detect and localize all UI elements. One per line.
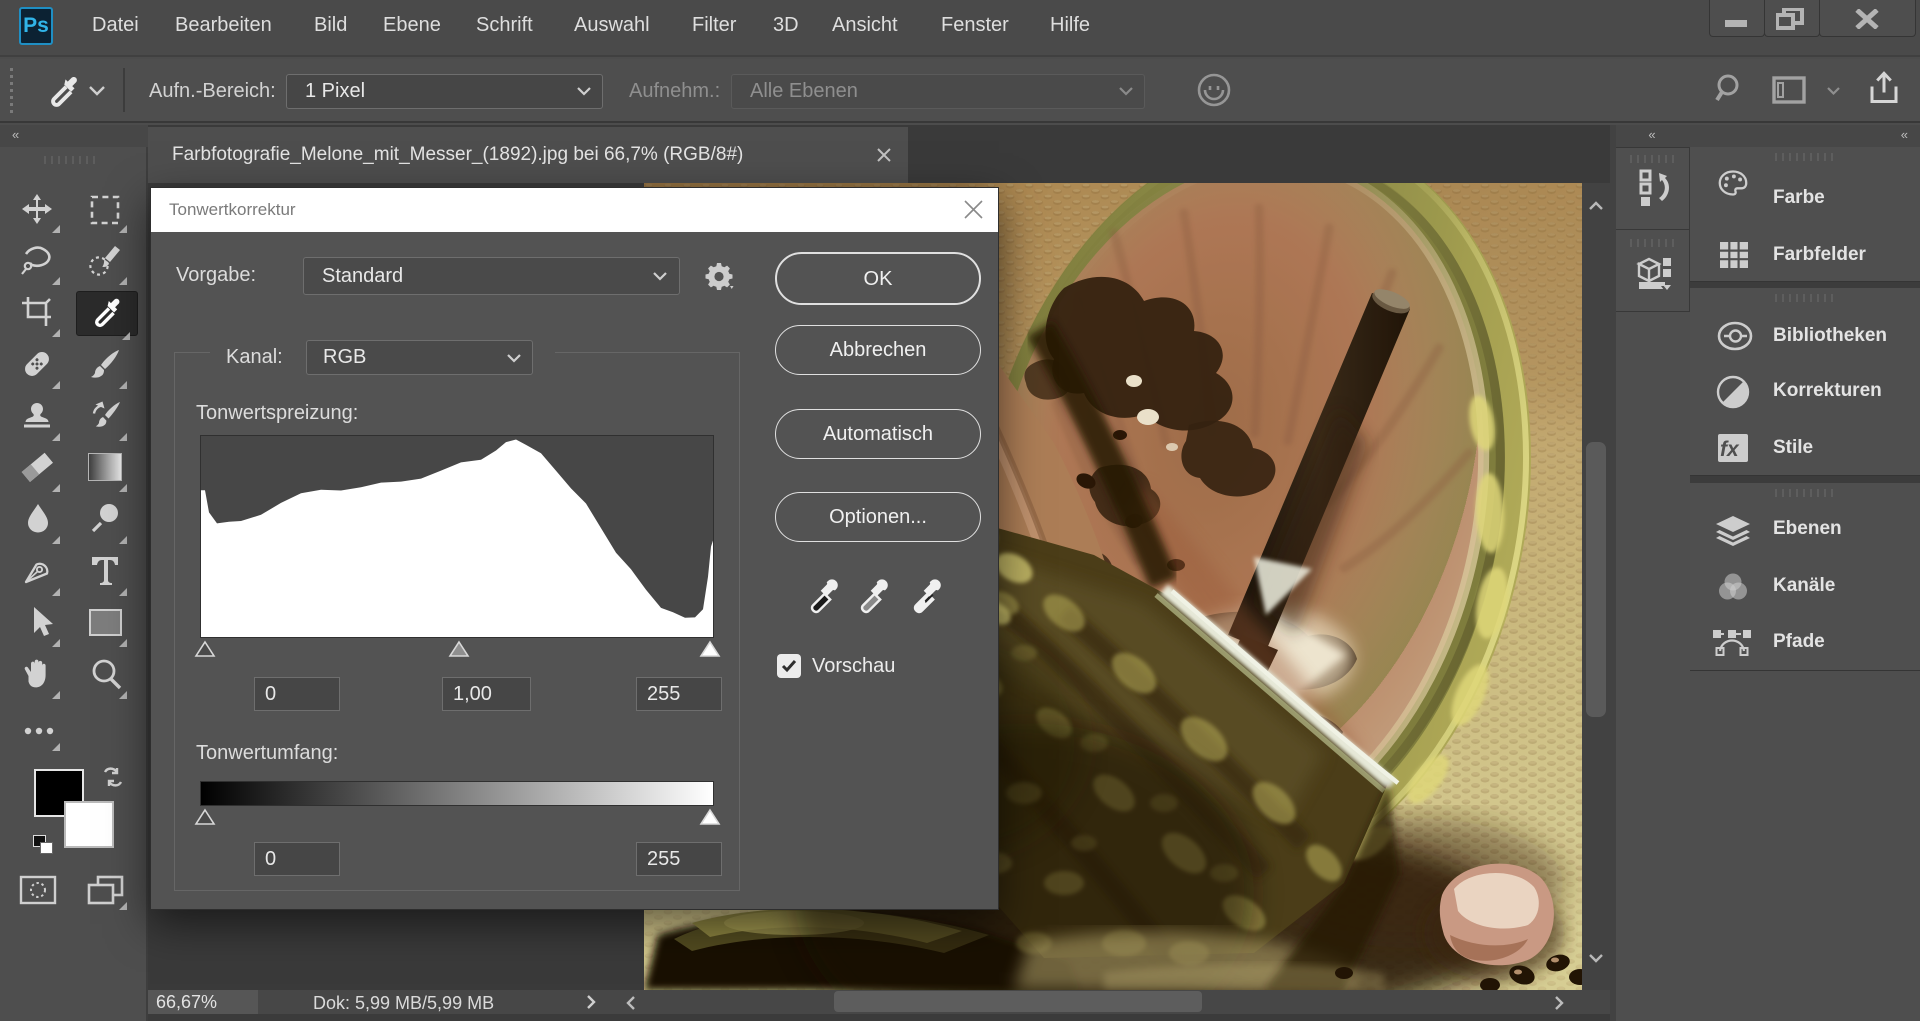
svg-text:fx: fx — [1720, 438, 1740, 461]
